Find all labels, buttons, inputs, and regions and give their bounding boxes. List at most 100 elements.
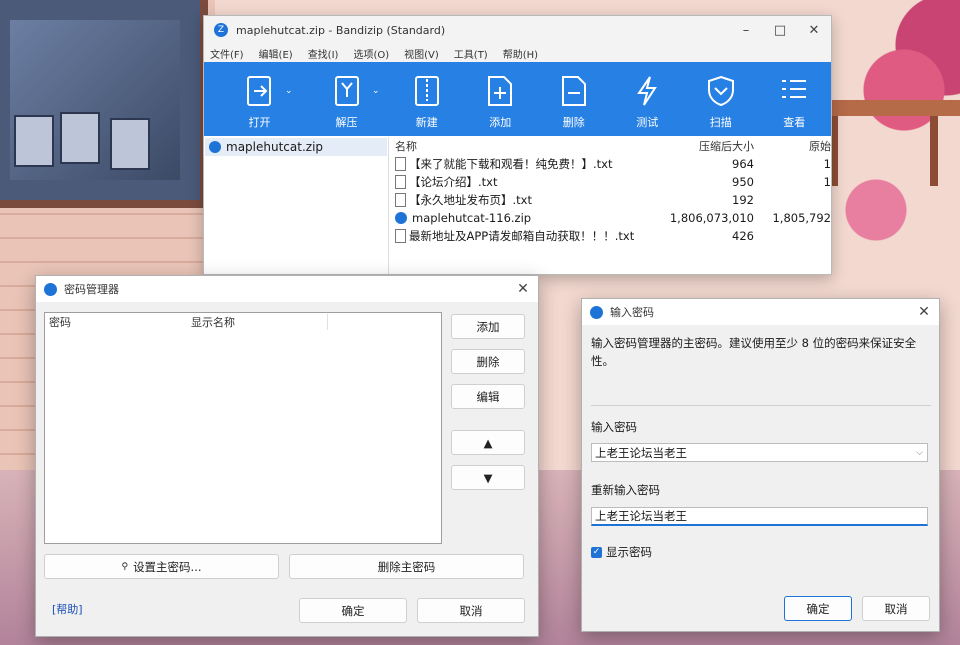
add-button[interactable]: 添加 (464, 62, 537, 130)
column-packed-size[interactable]: 压缩后大小 (667, 138, 754, 154)
cancel-button[interactable]: 取消 (862, 596, 930, 621)
window-title: maplehutcat.zip - Bandizip (Standard) (236, 23, 446, 37)
archive-icon (395, 212, 407, 224)
scan-label: 扫描 (709, 116, 732, 129)
menu-options[interactable]: 选项(O) (353, 46, 389, 61)
input-password-dialog: 输入密码 ✕ 输入密码管理器的主密码。建议使用至少 8 位的密码来保证安全性。 … (581, 298, 940, 632)
file-list-header: 名称 压缩后大小 原始 (389, 137, 831, 155)
close-icon[interactable]: ✕ (909, 304, 939, 320)
shield-icon (706, 74, 736, 108)
column-name[interactable]: 名称 (389, 138, 667, 154)
minimize-button[interactable]: – (729, 16, 763, 44)
delete-button[interactable]: 删除 (537, 62, 610, 130)
wallpaper-book (14, 115, 54, 167)
extract-button[interactable]: ⌄ 解压 (303, 62, 390, 130)
view-list-icon (779, 74, 809, 108)
menu-file[interactable]: 文件(F) (210, 46, 244, 61)
file-row[interactable]: 【来了就能下载和观看！纯免费！】.txt 964 1 (389, 155, 831, 173)
chevron-down-icon[interactable]: ⌄ (372, 86, 380, 96)
dialog-title: 输入密码 (610, 306, 654, 319)
title-bar[interactable]: Z maplehutcat.zip - Bandizip (Standard) … (204, 16, 831, 44)
cancel-button[interactable]: 取消 (417, 598, 525, 623)
password-field[interactable]: 上老王论坛当老王 ⌵ (591, 443, 928, 462)
dialog-title-bar[interactable]: 密码管理器 ✕ (36, 276, 538, 302)
chevron-down-icon[interactable]: ⌵ (916, 448, 923, 458)
move-up-button[interactable]: ▲ (451, 430, 525, 455)
close-button[interactable]: ✕ (797, 16, 831, 44)
dialog-description: 输入密码管理器的主密码。建议使用至少 8 位的密码来保证安全性。 (591, 336, 917, 368)
chevron-down-icon[interactable]: ⌄ (285, 86, 293, 96)
column-display-name[interactable]: 显示名称 (187, 314, 328, 330)
set-master-password-button[interactable]: ⚲ 设置主密码... (44, 554, 279, 579)
file-original-size: 1 (823, 157, 831, 171)
file-packed-size: 964 (732, 157, 754, 171)
file-name: maplehutcat-116.zip (412, 211, 532, 225)
file-name: 【永久地址发布页】.txt (409, 193, 532, 207)
move-down-button[interactable]: ▼ (451, 465, 525, 490)
text-file-icon (395, 157, 406, 171)
maximize-button[interactable]: □ (763, 16, 797, 44)
add-label: 添加 (489, 116, 512, 129)
test-button[interactable]: 测试 (611, 62, 684, 130)
file-row[interactable]: 【论坛介绍】.txt 950 1 (389, 173, 831, 191)
menu-find[interactable]: 查找(I) (308, 46, 339, 61)
text-file-icon (395, 193, 406, 207)
extract-icon: ⌄ (332, 74, 380, 108)
tree-item-archive[interactable]: maplehutcat.zip (205, 138, 387, 156)
file-list: 名称 压缩后大小 原始 【来了就能下载和观看！纯免费！】.txt 964 1 【… (389, 137, 831, 274)
menu-tools[interactable]: 工具(T) (454, 46, 488, 61)
add-password-button[interactable]: 添加 (451, 314, 525, 339)
delete-password-button[interactable]: 删除 (451, 349, 525, 374)
bandizip-window: Z maplehutcat.zip - Bandizip (Standard) … (203, 15, 832, 275)
divider (591, 405, 931, 406)
new-button[interactable]: 新建 (390, 62, 463, 130)
password-manager-dialog: 密码管理器 ✕ 密码 显示名称 添加 删除 编辑 ▲ ▼ ⚲ 设置主密码... … (35, 275, 539, 637)
file-packed-size: 192 (732, 193, 754, 207)
dialog-title-bar[interactable]: 输入密码 ✕ (582, 299, 939, 325)
open-button[interactable]: ⌄ 打开 (216, 62, 303, 130)
table-leg (930, 116, 938, 186)
column-password[interactable]: 密码 (45, 314, 187, 330)
ok-button[interactable]: 确定 (299, 598, 407, 623)
ok-button[interactable]: 确定 (784, 596, 852, 621)
dialog-title: 密码管理器 (64, 283, 119, 296)
text-file-icon (395, 175, 406, 189)
confirm-password-field[interactable]: 上老王论坛当老王 (591, 507, 928, 526)
file-row[interactable]: 最新地址及APP请发邮箱自动获取！！！.txt 426 (389, 227, 831, 245)
wallpaper-book (60, 112, 100, 164)
table-top (820, 100, 960, 116)
file-packed-size: 426 (732, 229, 754, 243)
scan-button[interactable]: 扫描 (684, 62, 757, 130)
toolbar: ⌄ 打开 ⌄ 解压 新建 添加 删除 测试 扫描 查看 (204, 62, 831, 136)
add-file-icon (485, 74, 515, 108)
menu-view[interactable]: 视图(V) (404, 46, 439, 61)
menu-help[interactable]: 帮助(H) (503, 46, 538, 61)
delete-file-icon (559, 74, 589, 108)
file-row[interactable]: 【永久地址发布页】.txt 192 (389, 191, 831, 209)
bandizip-logo-icon (44, 282, 57, 296)
tree-item-label: maplehutcat.zip (226, 140, 324, 154)
delete-master-password-button[interactable]: 删除主密码 (289, 554, 524, 579)
close-icon[interactable]: ✕ (508, 281, 538, 297)
help-link[interactable]: [帮助] (52, 601, 83, 617)
menu-edit[interactable]: 编辑(E) (259, 46, 293, 61)
password-value: 上老王论坛当老王 (595, 445, 687, 460)
file-packed-size: 950 (732, 175, 754, 189)
delete-label: 删除 (562, 116, 585, 129)
wallpaper-table (820, 60, 960, 200)
lock-icon: ⚲ (121, 561, 129, 572)
archive-icon (209, 141, 221, 153)
view-button[interactable]: 查看 (757, 62, 830, 130)
open-label: 打开 (248, 116, 271, 129)
password-label: 输入密码 (591, 420, 637, 434)
bandizip-logo-icon (590, 305, 603, 319)
column-original-size[interactable]: 原始 (754, 138, 831, 154)
show-password-checkbox[interactable]: ✓ 显示密码 (591, 544, 652, 560)
password-list[interactable]: 密码 显示名称 (44, 312, 442, 544)
file-packed-size: 1,806,073,010 (669, 211, 754, 225)
edit-password-button[interactable]: 编辑 (451, 384, 525, 409)
file-name: 【来了就能下载和观看！纯免费！】.txt (409, 157, 613, 171)
wallpaper-book (110, 118, 150, 170)
file-row[interactable]: maplehutcat-116.zip 1,806,073,010 1,805,… (389, 209, 831, 227)
file-name: 【论坛介绍】.txt (409, 175, 498, 189)
